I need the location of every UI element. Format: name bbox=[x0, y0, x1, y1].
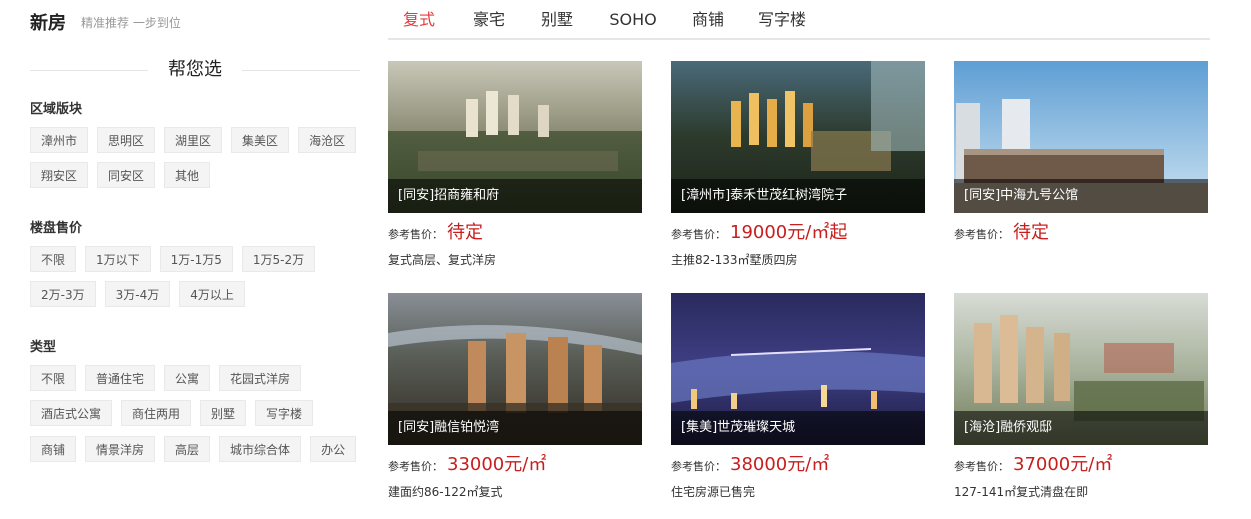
filter-row: 酒店式公寓 商住两用 别墅 写字楼 bbox=[30, 400, 322, 426]
price-label: 参考售价： bbox=[954, 460, 1009, 473]
filter-tag[interactable]: 酒店式公寓 bbox=[30, 400, 113, 426]
filter-tag[interactable]: 普通住宅 bbox=[85, 365, 156, 391]
property-image[interactable]: [同安]中海九号公馆 bbox=[954, 61, 1208, 213]
filter-tag[interactable]: 写字楼 bbox=[255, 400, 314, 426]
tabs-divider bbox=[388, 38, 1210, 40]
property-card[interactable]: [同安]招商雍和府 参考售价： 待定 复式高层、复式洋房 bbox=[388, 61, 642, 268]
price-line: 参考售价： 38000元/㎡ bbox=[671, 453, 925, 477]
filter-tag[interactable]: 翔安区 bbox=[30, 162, 89, 188]
filter-tag[interactable]: 1万-1万5 bbox=[159, 246, 233, 272]
property-image[interactable]: [集美]世茂璀璨天城 bbox=[671, 293, 925, 445]
divider bbox=[242, 70, 360, 71]
property-card[interactable]: [集美]世茂璀璨天城 参考售价： 38000元/㎡ 住宅房源已售完 bbox=[671, 293, 925, 500]
filter-row: 不限 1万以下 1万-1万5 1万5-2万 bbox=[30, 246, 324, 272]
filter-tag[interactable]: 2万-3万 bbox=[30, 281, 96, 307]
property-desc: 复式高层、复式洋房 bbox=[388, 253, 497, 267]
filter-tag[interactable]: 不限 bbox=[30, 365, 77, 391]
price-value: 待定 bbox=[1013, 222, 1049, 243]
tab-xiezilou[interactable]: 写字楼 bbox=[740, 0, 824, 40]
property-desc: 主推82-133㎡墅质四房 bbox=[671, 253, 798, 267]
filter-tag[interactable]: 花园式洋房 bbox=[219, 365, 302, 391]
filter-tag[interactable]: 1万5-2万 bbox=[241, 246, 316, 272]
property-name[interactable]: [同安]融信铂悦湾 bbox=[388, 411, 642, 445]
property-name[interactable]: [同安]招商雍和府 bbox=[388, 179, 642, 213]
filter-tag[interactable]: 其他 bbox=[164, 162, 211, 188]
price-label: 参考售价： bbox=[388, 460, 443, 473]
filter-tag[interactable]: 办公 bbox=[310, 436, 357, 462]
section-title: 新房 bbox=[30, 13, 66, 34]
property-desc: 127-141㎡复式清盘在即 bbox=[954, 485, 1089, 499]
price-line: 参考售价： 待定 bbox=[388, 221, 642, 245]
tab-shangpu[interactable]: 商铺 bbox=[676, 0, 740, 40]
category-tabs: 复式 豪宅 别墅 SOHO 商铺 写字楼 bbox=[388, 0, 824, 40]
property-name[interactable]: [漳州市]泰禾世茂红树湾院子 bbox=[671, 179, 925, 213]
tab-fushi[interactable]: 复式 bbox=[388, 0, 450, 40]
price-line: 参考售价： 33000元/㎡ bbox=[388, 453, 642, 477]
filter-heading: 帮您选 bbox=[30, 58, 360, 82]
filter-row: 2万-3万 3万-4万 4万以上 bbox=[30, 281, 254, 307]
filter-tag[interactable]: 湖里区 bbox=[164, 127, 223, 153]
price-line: 参考售价： 37000元/㎡ bbox=[954, 453, 1208, 477]
price-value: 待定 bbox=[447, 222, 483, 243]
filter-tag[interactable]: 漳州市 bbox=[30, 127, 89, 153]
section-subtitle: 精准推荐 一步到位 bbox=[81, 16, 181, 30]
filter-tag[interactable]: 商住两用 bbox=[121, 400, 192, 426]
property-image[interactable]: [漳州市]泰禾世茂红树湾院子 bbox=[671, 61, 925, 213]
filter-row: 漳州市 思明区 湖里区 集美区 海沧区 bbox=[30, 127, 365, 153]
price-line: 参考售价： 19000元/㎡起 bbox=[671, 221, 925, 245]
price-label: 参考售价： bbox=[671, 460, 726, 473]
filter-row: 翔安区 同安区 其他 bbox=[30, 162, 219, 188]
property-desc: 建面约86-122㎡复式 bbox=[388, 485, 503, 499]
filter-tag[interactable]: 集美区 bbox=[231, 127, 290, 153]
filter-tag[interactable]: 4万以上 bbox=[179, 281, 245, 307]
price-value: 38000元/㎡ bbox=[730, 454, 830, 475]
filter-group-title-area: 区域版块 bbox=[30, 102, 83, 117]
filter-tag[interactable]: 情景洋房 bbox=[85, 436, 156, 462]
property-card[interactable]: [同安]中海九号公馆 参考售价： 待定 bbox=[954, 61, 1208, 251]
filter-tag[interactable]: 同安区 bbox=[97, 162, 156, 188]
property-card[interactable]: [漳州市]泰禾世茂红树湾院子 参考售价： 19000元/㎡起 主推82-133㎡墅… bbox=[671, 61, 925, 268]
filter-tag[interactable]: 3万-4万 bbox=[104, 281, 171, 307]
property-name[interactable]: [集美]世茂璀璨天城 bbox=[671, 411, 925, 445]
filter-tag[interactable]: 高层 bbox=[164, 436, 211, 462]
filter-row: 不限 普通住宅 公寓 花园式洋房 bbox=[30, 365, 310, 391]
property-image[interactable]: [同安]招商雍和府 bbox=[388, 61, 642, 213]
filter-tag[interactable]: 不限 bbox=[30, 246, 77, 272]
filter-tag[interactable]: 思明区 bbox=[97, 127, 156, 153]
filter-group-title-type: 类型 bbox=[30, 340, 57, 355]
property-name[interactable]: [同安]中海九号公馆 bbox=[954, 179, 1208, 213]
price-line: 参考售价： 待定 bbox=[954, 221, 1208, 245]
price-label: 参考售价： bbox=[954, 228, 1009, 241]
price-value: 33000元/㎡ bbox=[447, 454, 547, 475]
filter-tag[interactable]: 城市综合体 bbox=[219, 436, 302, 462]
price-value: 37000元/㎡ bbox=[1013, 454, 1113, 475]
property-name[interactable]: [海沧]融侨观邸 bbox=[954, 411, 1208, 445]
property-card[interactable]: [海沧]融侨观邸 参考售价： 37000元/㎡ 127-141㎡复式清盘在即 bbox=[954, 293, 1208, 500]
filter-group-title-price: 楼盘售价 bbox=[30, 221, 83, 236]
price-label: 参考售价： bbox=[671, 228, 726, 241]
filter-tag[interactable]: 公寓 bbox=[164, 365, 211, 391]
property-image[interactable]: [海沧]融侨观邸 bbox=[954, 293, 1208, 445]
price-label: 参考售价： bbox=[388, 228, 443, 241]
tab-soho[interactable]: SOHO bbox=[590, 0, 676, 40]
filter-tag[interactable]: 别墅 bbox=[200, 400, 247, 426]
tab-haozhai[interactable]: 豪宅 bbox=[454, 0, 524, 40]
filter-tag[interactable]: 商铺 bbox=[30, 436, 77, 462]
price-value: 19000元/㎡起 bbox=[730, 222, 848, 243]
tab-bieshu[interactable]: 别墅 bbox=[524, 0, 590, 40]
property-card[interactable]: [同安]融信铂悦湾 参考售价： 33000元/㎡ 建面约86-122㎡复式 bbox=[388, 293, 642, 500]
property-image[interactable]: [同安]融信铂悦湾 bbox=[388, 293, 642, 445]
filter-tag[interactable]: 1万以下 bbox=[85, 246, 151, 272]
filter-row: 商铺 情景洋房 高层 城市综合体 办公 bbox=[30, 436, 365, 462]
property-desc: 住宅房源已售完 bbox=[671, 485, 756, 499]
filter-tag[interactable]: 海沧区 bbox=[298, 127, 357, 153]
